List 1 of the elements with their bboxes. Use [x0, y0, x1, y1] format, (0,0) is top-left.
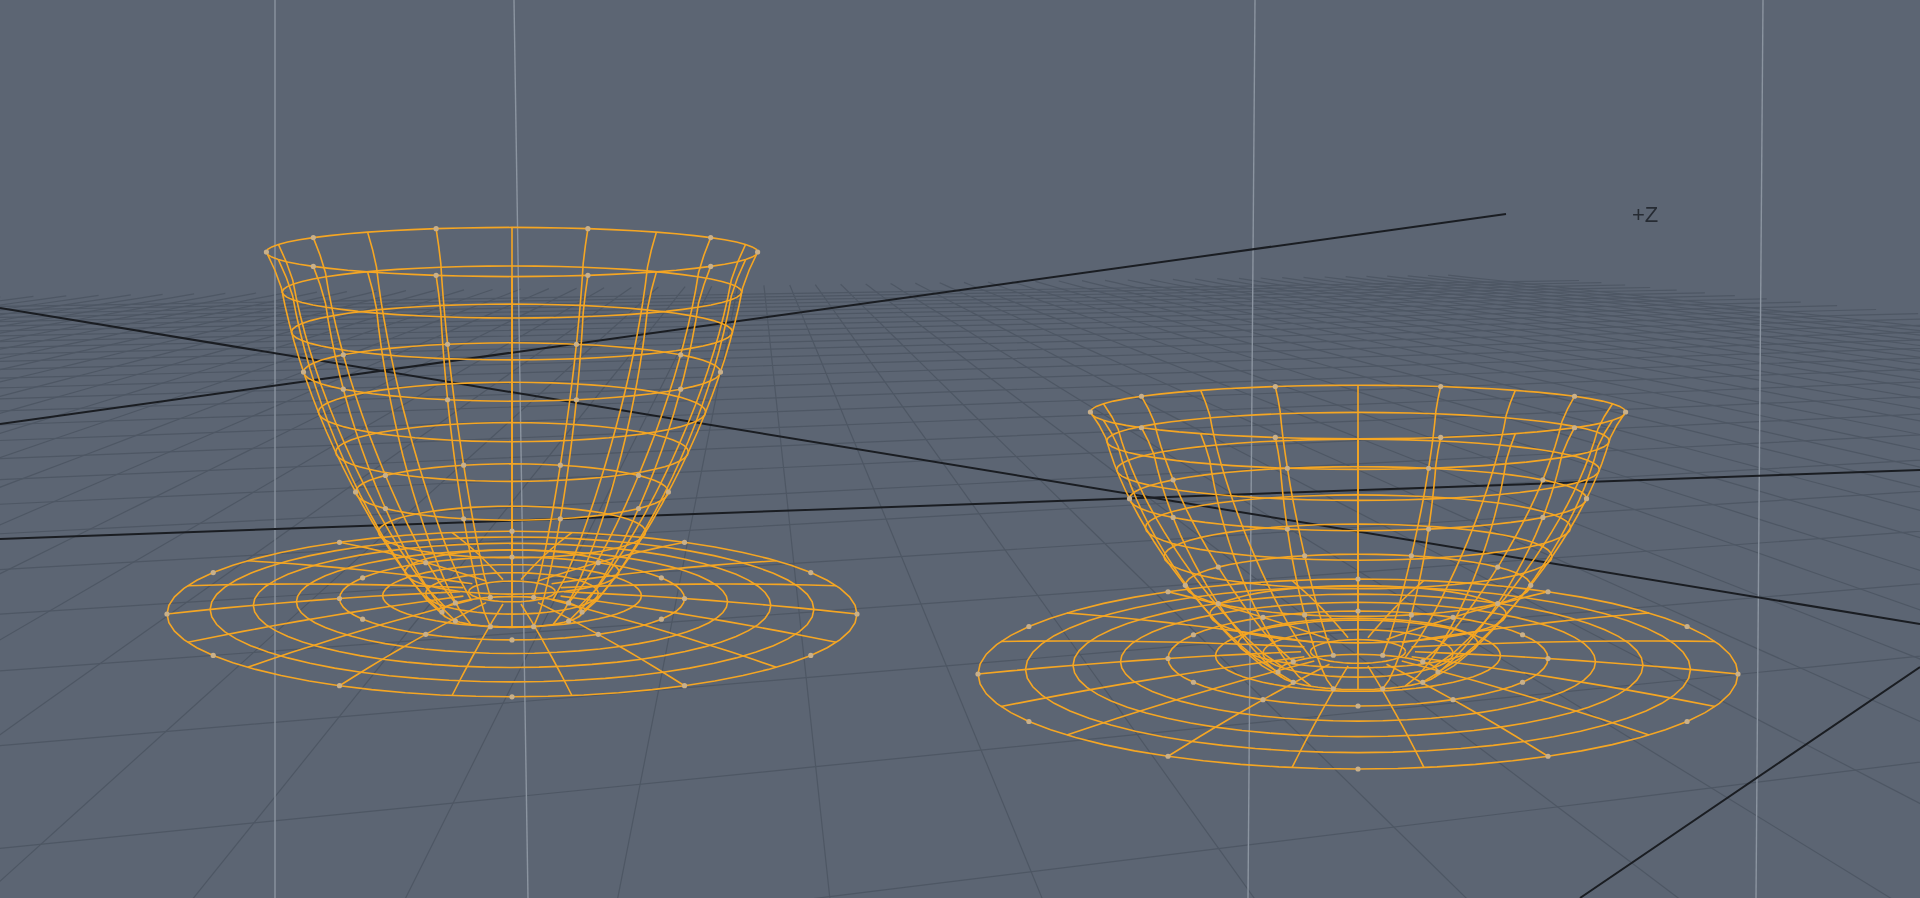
axis-label: +Z — [1632, 201, 1659, 229]
